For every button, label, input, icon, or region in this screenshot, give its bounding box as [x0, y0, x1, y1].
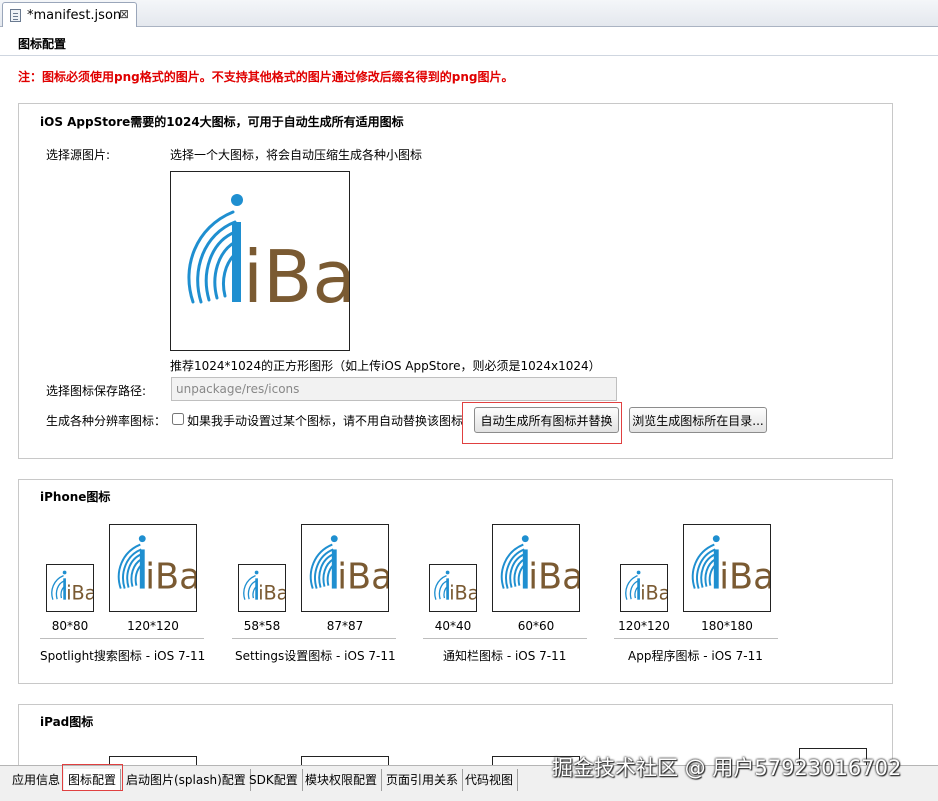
icon-size-label: 60*60: [517, 619, 555, 633]
source-image-preview[interactable]: iBag: [170, 171, 350, 351]
icon-size-label: 80*80: [51, 619, 89, 633]
tab-code-view[interactable]: 代码视图: [461, 769, 519, 791]
ibag-logo-icon: iBag: [117, 535, 197, 598]
icon-group-name: App程序图标 - iOS 7-11: [628, 649, 763, 663]
icon-slot-spotlight-80[interactable]: iBag: [46, 564, 94, 612]
group-divider: [614, 638, 778, 639]
group-divider: [232, 638, 396, 639]
close-icon[interactable]: ⊠: [119, 7, 129, 21]
svg-text:iBag: iBag: [145, 557, 197, 598]
tab-splash-config[interactable]: 启动图片(splash)配置: [122, 769, 251, 791]
watermark: 掘金技术社区 @ 用户57923016702: [552, 756, 902, 780]
icon-slot-settings-58[interactable]: iBag: [238, 564, 286, 612]
icon-size-label: 180*180: [701, 619, 753, 633]
file-icon: [10, 9, 21, 22]
svg-text:iBag: iBag: [337, 557, 389, 598]
no-replace-checkbox-label[interactable]: 如果我手动设置过某个图标，请不用自动替换该图标: [187, 412, 463, 429]
auto-generate-icons-button[interactable]: 自动生成所有图标并替换: [474, 407, 619, 433]
icon-size-label: 87*87: [326, 619, 364, 633]
ibag-logo-icon: iBag: [434, 570, 477, 605]
section-header: 图标配置: [0, 28, 938, 56]
save-path-label: 选择图标保存路径:: [46, 384, 147, 398]
icon-size-label: 120*120: [618, 619, 670, 633]
icon-group-name: Settings设置图标 - iOS 7-11: [235, 649, 396, 663]
no-replace-checkbox[interactable]: [172, 413, 184, 425]
svg-text:iBag: iBag: [243, 235, 350, 319]
group-divider: [40, 638, 204, 639]
ibag-logo-icon: iBag: [51, 570, 94, 605]
ios-appstore-group: iOS AppStore需要的1024大图标，可用于自动生成所有适用图标 选择源…: [18, 103, 893, 459]
tab-sdk-config[interactable]: SDK配置: [245, 769, 303, 791]
svg-text:iBag: iBag: [719, 557, 771, 598]
tab-page-references[interactable]: 页面引用关系: [382, 769, 464, 791]
icon-slot-notification-60[interactable]: iBag: [492, 524, 580, 612]
tab-icon-config[interactable]: 图标配置: [64, 769, 122, 791]
page-title: 图标配置: [18, 37, 67, 51]
browse-icons-dir-button[interactable]: 浏览生成图标所在目录...: [629, 407, 767, 433]
icon-group-name: 通知栏图标 - iOS 7-11: [443, 649, 567, 663]
iphone-icons-group: iPhone图标 iBag iBag 80*80 120*120 Spotlig…: [18, 479, 893, 684]
ibag-logo-icon: iBag: [309, 535, 389, 598]
editor-tab-title: *manifest.json: [27, 8, 122, 23]
icon-slot-app-120[interactable]: iBag: [620, 564, 668, 612]
icon-slot-app-180[interactable]: iBag: [683, 524, 771, 612]
ibag-logo-icon: iBag: [243, 570, 286, 605]
source-image-label: 选择源图片:: [46, 148, 111, 162]
svg-text:iBag: iBag: [528, 557, 580, 598]
save-path-input[interactable]: [171, 377, 617, 401]
icon-slot-spotlight-120[interactable]: iBag: [109, 524, 197, 612]
recommend-text: 推荐1024*1024的正方形图形（如上传iOS AppStore，则必须是10…: [170, 359, 601, 373]
svg-text:iBag: iBag: [449, 582, 477, 605]
svg-text:iBag: iBag: [640, 582, 668, 605]
iphone-icons-title: iPhone图标: [40, 490, 111, 504]
tab-module-permissions[interactable]: 模块权限配置: [301, 769, 383, 791]
icon-size-label: 120*120: [127, 619, 179, 633]
icon-size-label: 40*40: [434, 619, 472, 633]
tab-app-info[interactable]: 应用信息: [8, 769, 66, 791]
source-image-hint: 选择一个大图标，将会自动压缩生成各种小图标: [170, 148, 423, 162]
svg-text:iBag: iBag: [258, 582, 286, 605]
icon-group-name: Spotlight搜索图标 - iOS 7-11: [40, 649, 206, 663]
ibag-logo-icon: iBag: [500, 535, 580, 598]
ibag-logo-icon: iBag: [625, 570, 668, 605]
group-divider: [423, 638, 587, 639]
ipad-icons-title: iPad图标: [40, 715, 94, 729]
ibag-logo-icon: iBag: [691, 535, 771, 598]
editor-tab-bar: *manifest.json ⊠: [0, 0, 938, 27]
icon-slot-settings-87[interactable]: iBag: [301, 524, 389, 612]
icon-size-label: 58*58: [243, 619, 281, 633]
icon-slot-notification-40[interactable]: iBag: [429, 564, 477, 612]
ios-appstore-title: iOS AppStore需要的1024大图标，可用于自动生成所有适用图标: [40, 115, 404, 129]
generate-label: 生成各种分辨率图标：: [46, 414, 167, 428]
svg-text:iBag: iBag: [66, 582, 94, 605]
ibag-logo-icon: iBag: [187, 194, 350, 319]
editor-tab-manifest[interactable]: *manifest.json ⊠: [2, 2, 137, 27]
warning-text: 注：图标必须使用png格式的图片。不支持其他格式的图片通过修改后缀名得到的png…: [18, 70, 514, 84]
